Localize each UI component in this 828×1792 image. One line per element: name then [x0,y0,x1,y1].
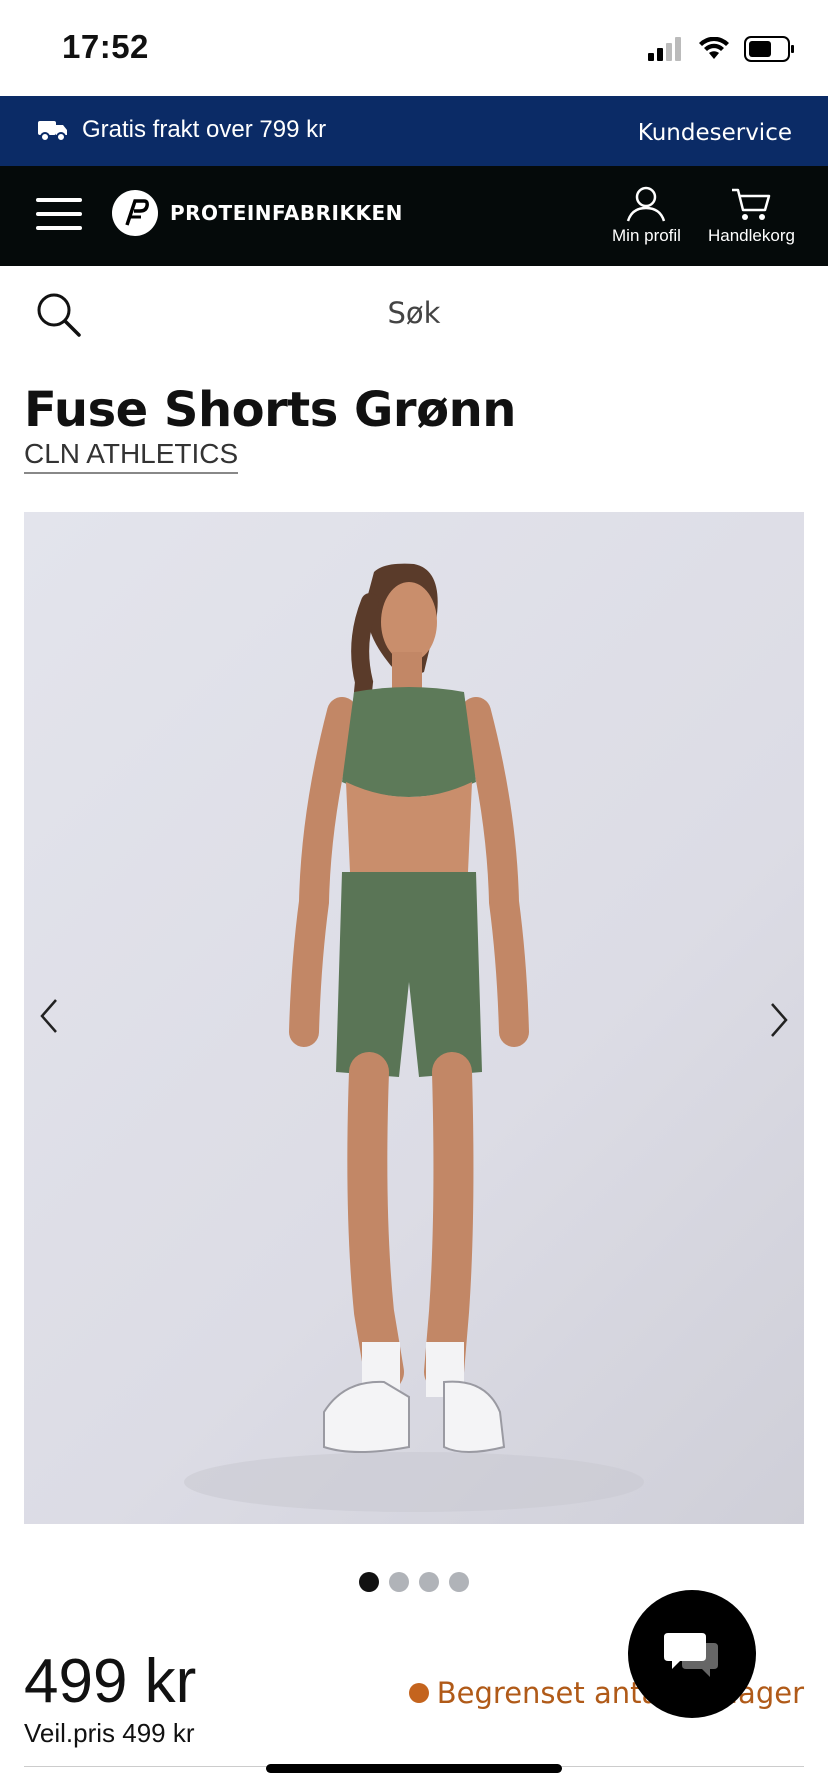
free-shipping-text: Gratis frakt over 799 kr [82,116,327,143]
product-title: Fuse Shorts Grønn [24,382,516,438]
gallery-dot[interactable] [449,1572,469,1592]
gallery-dot[interactable] [359,1572,379,1592]
profile-label: Min profil [612,226,681,245]
site-header: PROTEINFABRIKKEN Min profil Handlekorg [0,166,828,266]
menu-bar [36,198,82,202]
chat-bubble-icon [664,1633,718,1677]
product-price: 499 kr [24,1647,197,1716]
cart-button[interactable]: Handlekorg [708,186,795,246]
chat-button[interactable] [628,1590,756,1718]
recommended-price: Veil.pris 499 kr [24,1718,195,1748]
stock-indicator-icon [408,1683,429,1703]
shipping-banner: Gratis frakt over 799 kr Kundeservice [0,96,828,166]
status-time: 17:52 [62,28,149,65]
customer-service-link[interactable]: Kundeservice [638,120,792,146]
site-logo[interactable]: PROTEINFABRIKKEN [112,190,403,236]
battery-icon [744,36,794,62]
cart-label: Handlekorg [708,226,795,245]
cart-icon [732,188,771,220]
search-input[interactable]: Søk [0,296,828,330]
logo-mark-icon [112,190,158,236]
wifi-icon [699,37,729,59]
menu-button[interactable] [36,194,82,234]
chevron-left-icon[interactable] [38,996,62,1036]
home-indicator [266,1764,562,1773]
gallery-dot[interactable] [419,1572,439,1592]
product-photo [184,563,644,1512]
menu-bar [36,212,82,216]
search-bar[interactable]: Søk [0,266,828,362]
status-bar: 17:52 [0,0,828,96]
truck-icon [38,121,67,142]
menu-bar [36,226,82,230]
logo-text: PROTEINFABRIKKEN [170,201,403,225]
status-icons [648,36,796,62]
product-image-gallery[interactable] [24,512,804,1524]
gallery-pagination [0,1572,828,1592]
profile-button[interactable]: Min profil [612,186,681,246]
signal-icon [648,37,681,61]
chevron-right-icon[interactable] [766,1000,790,1040]
gallery-dot[interactable] [389,1572,409,1592]
user-icon [627,186,666,222]
product-brand-link[interactable]: CLN ATHLETICS [24,438,239,474]
